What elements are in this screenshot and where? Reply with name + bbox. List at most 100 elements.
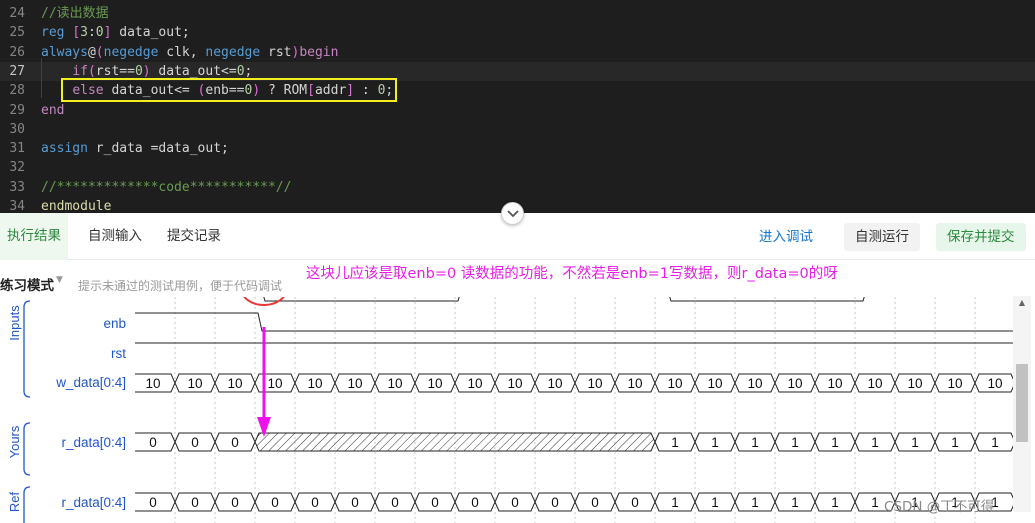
code-token: negedge [103, 44, 159, 60]
code-line: 30 [0, 120, 1035, 139]
code-token: ) [142, 63, 151, 79]
bus-value: 1 [791, 495, 799, 510]
code-token: @ [87, 44, 96, 60]
bus-value: 0 [191, 435, 199, 450]
code-token: endmodule [41, 199, 112, 213]
code-token: begin [299, 44, 339, 60]
self-test-run-button[interactable]: 自测运行 [844, 223, 920, 251]
signal-name-rst: rst [111, 346, 126, 361]
bus-value: 0 [271, 495, 279, 510]
code-token: rst [260, 44, 292, 60]
bus-value: 0 [351, 495, 359, 510]
collapse-panel-button[interactable] [501, 202, 524, 225]
line-number: 26 [9, 44, 25, 60]
annotation-circle [243, 297, 285, 306]
bus-value: 1 [911, 435, 919, 450]
line-number: 25 [9, 25, 25, 41]
bus-value: 10 [507, 376, 522, 391]
code-token: rst== [95, 63, 135, 79]
code-line: 24 //读出数据 [0, 4, 1035, 23]
bus-value: 1 [711, 435, 719, 450]
line-number: 27 [9, 63, 25, 79]
bus-value: 10 [867, 376, 882, 391]
waveform-scrollbar[interactable]: ▲ [1013, 296, 1031, 512]
enter-debug-button[interactable]: 进入调试 [750, 223, 822, 251]
bus-value: 10 [227, 376, 242, 391]
code-line: 31 assign r_data =data_out; [0, 139, 1035, 158]
bus-value: 1 [991, 435, 999, 450]
chevron-down-icon [506, 209, 519, 217]
code-token: : [87, 25, 96, 41]
r-data-yours-bus: 0001111111111 [135, 432, 1013, 452]
line-number: 32 [9, 160, 25, 176]
bus-value: 0 [149, 435, 157, 450]
code-token: assign [41, 141, 88, 157]
code-token: if [72, 63, 88, 79]
code-token: clk, [158, 44, 206, 60]
line-number: 29 [9, 102, 25, 118]
bus-value: 10 [387, 376, 402, 391]
line-number: 28 [9, 83, 25, 99]
code-token: [ [72, 25, 81, 41]
ref-group-bracket [23, 486, 31, 523]
bus-value: 10 [427, 376, 442, 391]
code-token: 0 [236, 63, 245, 79]
bus-value: 0 [311, 495, 319, 510]
bus-value: 0 [511, 495, 519, 510]
code-token: ( [95, 44, 104, 60]
bus-value: 10 [587, 376, 602, 391]
clk-signal-remnant [669, 297, 865, 302]
code-token: ; [244, 63, 253, 79]
line-number: 31 [9, 141, 25, 157]
bus-value: 1 [831, 495, 839, 510]
bus-value: 1 [671, 495, 679, 510]
watermark: CSDN @丁不可得 [884, 499, 995, 515]
code-token: data_out; [111, 25, 190, 41]
bus-value: 1 [711, 495, 719, 510]
code-editor[interactable]: 24//读出数据 25 reg [3:0] data_out; 26 always@(n… [0, 0, 1035, 213]
bus-value: 10 [787, 376, 802, 391]
inputs-group-bracket [23, 300, 31, 398]
signal-name-w-data: w_data[0:4] [55, 375, 126, 390]
code-line: 29 end [0, 101, 1035, 120]
save-and-submit-button[interactable]: 保存并提交 [936, 223, 1026, 251]
code-token: //*************code***********// [41, 179, 292, 195]
signal-name-r-data-yours: r_data[0:4] [61, 435, 126, 450]
scroll-up-icon[interactable]: ▲ [1013, 296, 1031, 310]
bus-value: 1 [831, 435, 839, 450]
yours-group-bracket [23, 422, 31, 476]
bus-value: 10 [987, 376, 1002, 391]
code-token: data_out<= [150, 63, 237, 79]
code-text: reg [3:0] data_out; [41, 23, 190, 42]
ref-group-label: Ref [7, 491, 22, 512]
bus-value: 0 [231, 495, 239, 510]
code-token: negedge [205, 44, 261, 60]
bus-value: 10 [267, 376, 282, 391]
bus-value: 0 [551, 495, 559, 510]
bus-value: 10 [145, 376, 160, 391]
code-line: 32 [0, 158, 1035, 177]
line-number: 24 [9, 6, 25, 21]
r-data-ref-bus: 00000000000001111111111 [135, 492, 1013, 512]
code-line: 33 //*************code***********// [0, 178, 1035, 197]
tab-run-result[interactable]: 执行结果 [0, 213, 68, 260]
code-token: end [41, 102, 65, 118]
code-token: 3 [80, 25, 88, 41]
line-number: 33 [9, 179, 25, 195]
code-line: 25 reg [3:0] data_out; [0, 23, 1035, 42]
bus-value: 0 [431, 495, 439, 510]
code-token: 0 [134, 63, 143, 79]
waveform-viewer[interactable]: Inputs Yours Ref enb rst w_data[0:4] r_d… [0, 261, 1013, 523]
code-text: //读出数据 [41, 4, 109, 23]
code-token: r_data =data_out; [87, 141, 229, 157]
inputs-group-label: Inputs [7, 305, 22, 341]
bus-value: 1 [751, 435, 759, 450]
tab-self-input[interactable]: 自测输入 [81, 213, 149, 260]
bus-value: 10 [947, 376, 962, 391]
bus-value: 10 [347, 376, 362, 391]
scroll-thumb[interactable] [1016, 364, 1028, 442]
bus-value: 1 [871, 495, 879, 510]
code-highlight-box [61, 78, 397, 102]
tab-submit-history[interactable]: 提交记录 [160, 213, 228, 260]
